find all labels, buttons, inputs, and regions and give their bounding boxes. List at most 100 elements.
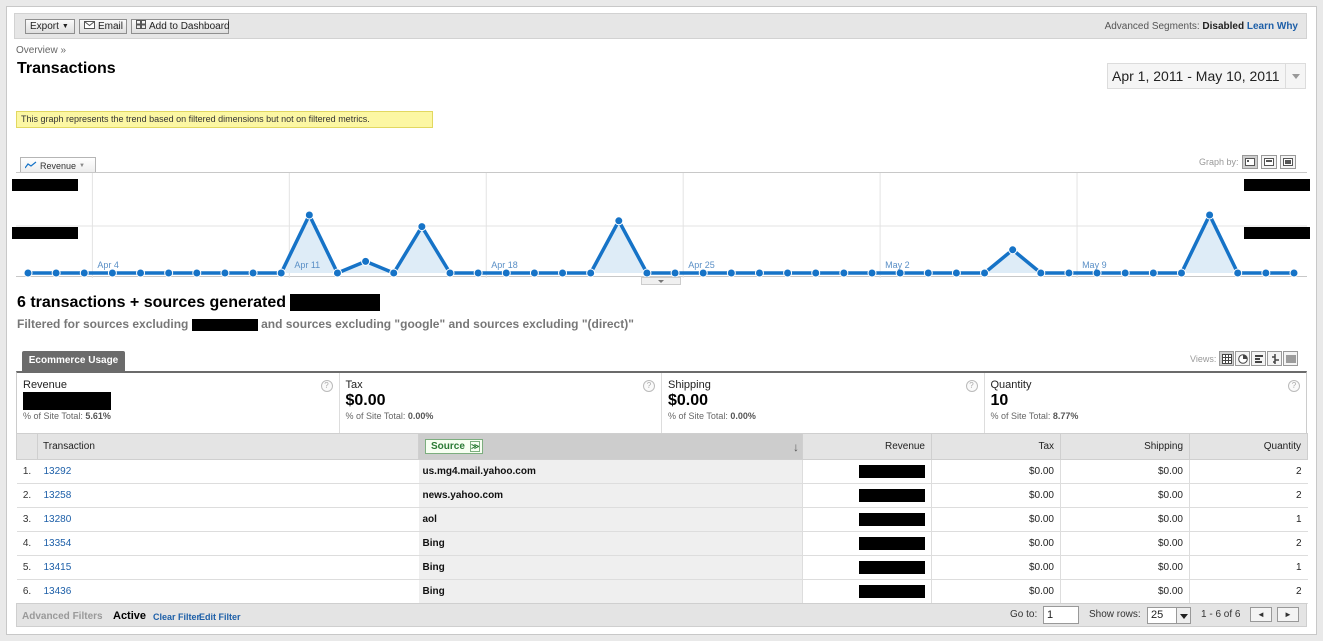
help-icon[interactable]: ? bbox=[965, 380, 978, 392]
data-point[interactable] bbox=[79, 268, 89, 278]
source-dimension-picker[interactable]: Source ≫ bbox=[425, 439, 483, 454]
data-point[interactable] bbox=[192, 268, 202, 278]
col-tax[interactable]: Tax bbox=[931, 433, 1061, 460]
data-point[interactable] bbox=[389, 268, 399, 278]
help-icon[interactable]: ? bbox=[320, 380, 333, 392]
data-point[interactable] bbox=[1092, 268, 1102, 278]
transaction-link[interactable]: 13292 bbox=[44, 466, 72, 477]
graph-by-day-button[interactable] bbox=[1241, 155, 1258, 169]
data-point[interactable] bbox=[23, 268, 33, 278]
table-row: 1. 13292 us.mg4.mail.yahoo.com $0.00 $0.00 2 bbox=[16, 459, 1308, 484]
data-point[interactable] bbox=[304, 210, 314, 220]
col-shipping[interactable]: Shipping bbox=[1060, 433, 1190, 460]
data-point[interactable] bbox=[670, 268, 680, 278]
data-point[interactable] bbox=[698, 268, 708, 278]
data-point[interactable] bbox=[501, 268, 511, 278]
data-point[interactable] bbox=[754, 268, 764, 278]
data-point[interactable] bbox=[361, 256, 371, 266]
pivot-view-icon[interactable] bbox=[1283, 351, 1299, 366]
col-revenue[interactable]: Revenue bbox=[802, 433, 932, 460]
table-view-icon[interactable] bbox=[1219, 351, 1235, 366]
data-point[interactable] bbox=[1008, 245, 1018, 255]
chart-collapse-toggle[interactable] bbox=[641, 277, 681, 285]
data-point[interactable] bbox=[1036, 268, 1046, 278]
x-tick-label: Apr 4 bbox=[97, 260, 119, 270]
data-point[interactable] bbox=[276, 268, 286, 278]
pie-view-icon[interactable] bbox=[1235, 351, 1251, 366]
col-transaction[interactable]: Transaction bbox=[37, 433, 419, 460]
data-point[interactable] bbox=[136, 268, 146, 278]
add-to-dashboard-button[interactable]: Add to Dashboard bbox=[131, 19, 230, 34]
data-point[interactable] bbox=[586, 268, 596, 278]
comparison-view-icon[interactable] bbox=[1267, 351, 1283, 366]
clear-filter-link[interactable]: Clear Filter bbox=[153, 612, 200, 622]
prev-page-button[interactable]: ◄ bbox=[1250, 607, 1272, 622]
col-quantity[interactable]: Quantity bbox=[1189, 433, 1308, 460]
transaction-link[interactable]: 13415 bbox=[44, 562, 72, 573]
data-point[interactable] bbox=[614, 216, 624, 226]
data-point[interactable] bbox=[1261, 268, 1271, 278]
data-point[interactable] bbox=[811, 268, 821, 278]
goto-input[interactable]: 1 bbox=[1043, 606, 1079, 624]
filter-suffix: and sources excluding "google" and sourc… bbox=[261, 317, 634, 331]
data-point[interactable] bbox=[1148, 268, 1158, 278]
data-point[interactable] bbox=[529, 268, 539, 278]
col-source[interactable]: Source ≫ ↓ bbox=[418, 433, 803, 460]
help-icon[interactable]: ? bbox=[643, 380, 655, 392]
data-point[interactable] bbox=[1120, 268, 1130, 278]
data-point[interactable] bbox=[1289, 268, 1299, 278]
data-point[interactable] bbox=[980, 268, 990, 278]
tab-ecommerce-usage[interactable]: Ecommerce Usage bbox=[22, 351, 125, 371]
data-point[interactable] bbox=[332, 268, 342, 278]
transaction-link[interactable]: 13258 bbox=[44, 490, 72, 501]
data-point[interactable] bbox=[923, 268, 933, 278]
learn-why-link[interactable]: Learn Why bbox=[1247, 21, 1298, 32]
shipping-cell: $0.00 bbox=[1060, 507, 1190, 532]
sort-down-icon[interactable]: ↓ bbox=[793, 440, 799, 454]
data-point[interactable] bbox=[220, 268, 230, 278]
breadcrumb[interactable]: Overview » bbox=[16, 45, 66, 56]
show-rows-select[interactable]: 25 bbox=[1147, 607, 1191, 624]
chevron-down-icon: ≫ bbox=[470, 441, 480, 452]
export-button[interactable]: Export ▼ bbox=[25, 19, 75, 34]
source-cell: us.mg4.mail.yahoo.com bbox=[418, 459, 803, 484]
graph-metric-selector[interactable]: Revenue ▼ bbox=[20, 157, 96, 173]
advanced-filters-label[interactable]: Advanced Filters bbox=[22, 611, 103, 622]
transaction-link[interactable]: 13436 bbox=[44, 586, 72, 597]
data-point[interactable] bbox=[867, 268, 877, 278]
data-point[interactable] bbox=[445, 268, 455, 278]
transaction-link[interactable]: 13354 bbox=[44, 538, 72, 549]
shipping-cell: $0.00 bbox=[1060, 531, 1190, 556]
data-point[interactable] bbox=[1176, 268, 1186, 278]
data-point[interactable] bbox=[1064, 268, 1074, 278]
data-point[interactable] bbox=[417, 222, 427, 232]
graph-by-month-button[interactable] bbox=[1279, 155, 1296, 169]
data-point[interactable] bbox=[726, 268, 736, 278]
data-point[interactable] bbox=[51, 268, 61, 278]
help-icon[interactable]: ? bbox=[1288, 380, 1300, 392]
segments-label: Advanced Segments: bbox=[1104, 21, 1200, 32]
data-point[interactable] bbox=[107, 268, 117, 278]
transaction-link[interactable]: 13280 bbox=[44, 514, 72, 525]
redacted-revenue bbox=[859, 537, 925, 550]
performance-view-icon[interactable] bbox=[1251, 351, 1267, 366]
next-page-button[interactable]: ► bbox=[1277, 607, 1299, 622]
source-cell: Bing bbox=[418, 555, 803, 580]
data-point[interactable] bbox=[164, 268, 174, 278]
graph-by-week-button[interactable] bbox=[1260, 155, 1277, 169]
chevron-down-icon[interactable] bbox=[1285, 64, 1305, 88]
data-point[interactable] bbox=[248, 268, 258, 278]
data-point[interactable] bbox=[895, 268, 905, 278]
date-range-picker[interactable]: Apr 1, 2011 - May 10, 2011 bbox=[1107, 63, 1306, 89]
data-point[interactable] bbox=[473, 268, 483, 278]
data-point[interactable] bbox=[1205, 210, 1215, 220]
data-point[interactable] bbox=[642, 268, 652, 278]
data-point[interactable] bbox=[951, 268, 961, 278]
email-button[interactable]: Email bbox=[79, 19, 127, 34]
data-point[interactable] bbox=[1233, 268, 1243, 278]
edit-filter-link[interactable]: Edit Filter bbox=[199, 612, 241, 622]
shipping-cell: $0.00 bbox=[1060, 459, 1190, 484]
data-point[interactable] bbox=[783, 268, 793, 278]
data-point[interactable] bbox=[558, 268, 568, 278]
data-point[interactable] bbox=[839, 268, 849, 278]
